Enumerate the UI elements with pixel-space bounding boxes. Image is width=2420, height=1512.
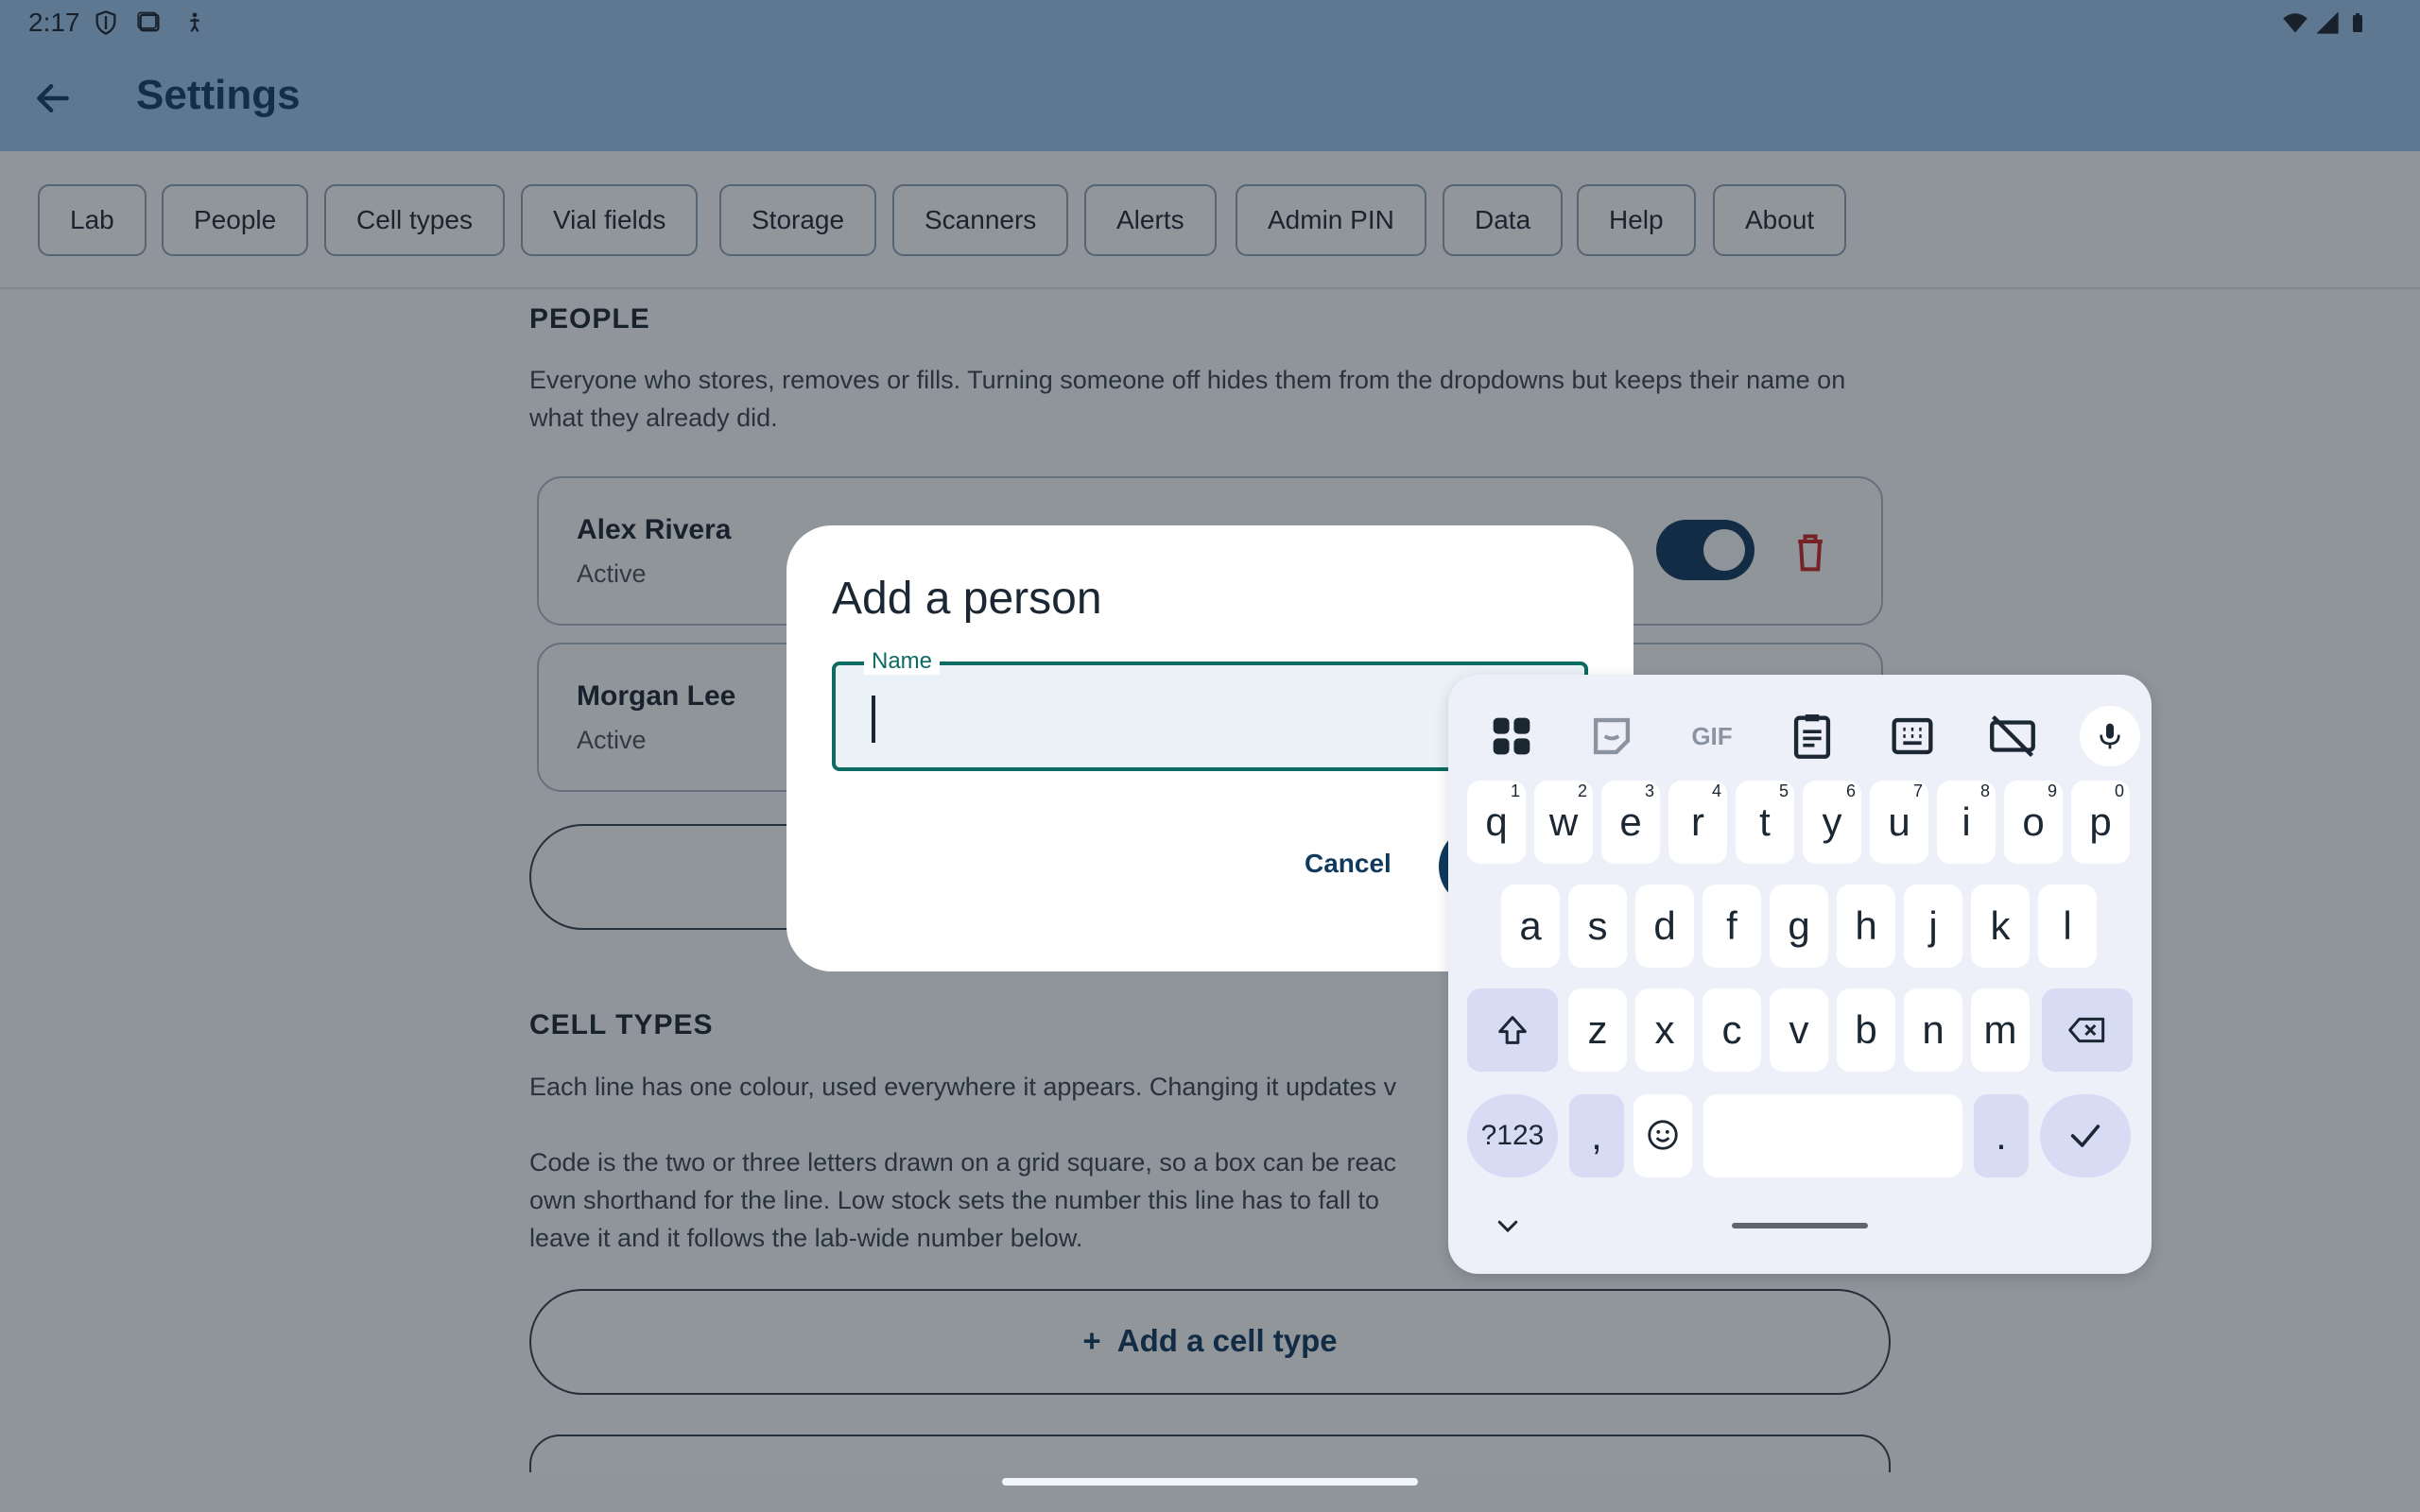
key-l[interactable]: l [2038,885,2097,968]
gif-icon[interactable]: GIF [1685,709,1739,764]
key-w[interactable]: w2 [1534,781,1593,864]
key-u[interactable]: u7 [1870,781,1928,864]
key-p[interactable]: p0 [2071,781,2130,864]
key-x[interactable]: x [1635,988,1694,1072]
key-z[interactable]: z [1568,988,1627,1072]
period-key[interactable]: . [1974,1094,2029,1177]
key-i[interactable]: i8 [1937,781,1996,864]
key-c[interactable]: c [1703,988,1761,1072]
name-field-label: Name [864,648,941,675]
key-q[interactable]: q1 [1467,781,1526,864]
key-v[interactable]: v [1770,988,1828,1072]
key-g[interactable]: g [1770,885,1828,968]
key-m[interactable]: m [1971,988,2030,1072]
key-s[interactable]: s [1568,885,1627,968]
microphone-button[interactable] [2080,706,2140,766]
on-screen-keyboard: GIF q1 w2 e3 r4 t5 y6 u7 i8 o9 p0 a s d … [1448,675,2152,1274]
backspace-key[interactable] [2042,988,2133,1072]
key-b[interactable]: b [1837,988,1895,1072]
gesture-navigation-bar[interactable] [1002,1478,1418,1486]
key-y[interactable]: y6 [1803,781,1861,864]
key-o[interactable]: o9 [2004,781,2063,864]
shift-icon [1498,1016,1527,1044]
key-n[interactable]: n [1904,988,1962,1072]
dialog-title: Add a person [832,574,1102,624]
key-j[interactable]: j [1904,885,1962,968]
emoji-icon [1648,1120,1678,1150]
comma-key[interactable]: , [1569,1094,1624,1177]
backspace-icon [2068,1017,2105,1043]
clipboard-icon[interactable] [1785,709,1840,764]
shift-key[interactable] [1467,988,1558,1072]
key-r[interactable]: r4 [1668,781,1727,864]
emoji-key[interactable] [1634,1094,1692,1177]
key-h[interactable]: h [1837,885,1895,968]
check-icon [2070,1125,2100,1147]
text-cursor [872,696,875,743]
cancel-button[interactable]: Cancel [1305,849,1392,879]
key-f[interactable]: f [1703,885,1761,968]
keyboard-handle[interactable] [1732,1223,1868,1228]
enter-key[interactable] [2040,1094,2131,1177]
symbols-key[interactable]: ?123 [1467,1094,1558,1177]
key-d[interactable]: d [1635,885,1694,968]
numpad-icon[interactable] [1885,709,1940,764]
sticker-icon[interactable] [1584,709,1639,764]
key-e[interactable]: e3 [1601,781,1660,864]
key-t[interactable]: t5 [1736,781,1794,864]
chevron-down-icon[interactable] [1494,1211,1522,1240]
microphone-icon [2100,723,2120,749]
key-k[interactable]: k [1971,885,2030,968]
keyboard-off-icon[interactable] [1985,709,2040,764]
space-key[interactable] [1703,1094,1962,1177]
key-a[interactable]: a [1501,885,1560,968]
apps-grid-icon[interactable] [1484,709,1539,764]
